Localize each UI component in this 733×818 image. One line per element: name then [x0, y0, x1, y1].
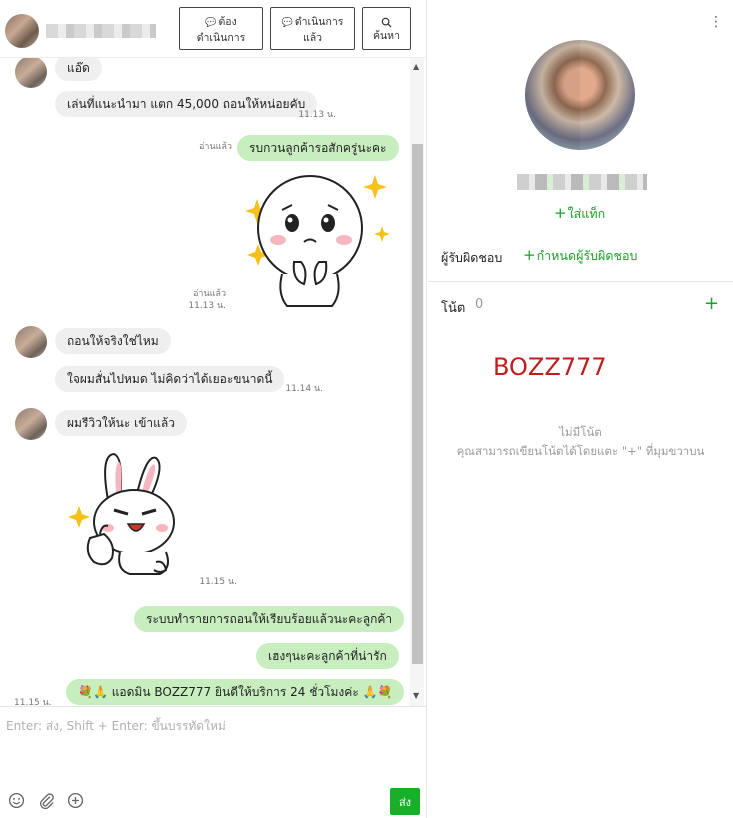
speech-bubble-icon: 💬	[205, 18, 217, 28]
sender-avatar[interactable]	[15, 58, 47, 88]
message-list[interactable]: แอ๊ด เล่นที่แนะนำมา แตก 45,000 ถอนให้หน่…	[0, 58, 427, 706]
search-button[interactable]: ค้นหา	[362, 7, 411, 50]
scroll-up-icon[interactable]: ▲	[413, 62, 419, 71]
message-time: 11.13 น.	[298, 110, 336, 120]
todo-label-2: ดำเนินการ	[196, 32, 246, 44]
read-receipt: อ่านแล้ว	[199, 142, 232, 152]
more-options-icon[interactable]: ⋮	[709, 14, 723, 30]
read-receipt: อ่านแล้ว	[193, 289, 226, 299]
search-icon	[381, 17, 392, 28]
scroll-down-icon[interactable]: ▼	[413, 691, 419, 700]
todo-button[interactable]: 💬 ต้อง ดำเนินการ	[179, 7, 263, 50]
done-label-2: แล้ว	[302, 32, 323, 44]
outgoing-message[interactable]: รบกวนลูกค้ารอสักครู่นะคะ	[237, 135, 399, 161]
message-time: 11.14 น.	[285, 384, 323, 394]
sticker-moon-pleading[interactable]	[232, 170, 392, 310]
speech-bubble-check-icon: 💬	[281, 18, 293, 28]
notes-count: 0	[475, 297, 484, 312]
profile-avatar[interactable]	[525, 40, 635, 150]
attach-icon[interactable]	[38, 792, 55, 809]
profile-name-blurred	[517, 174, 647, 190]
add-note-icon[interactable]: +	[704, 293, 719, 314]
outgoing-message[interactable]: เฮงๆนะคะลูกค้าที่น่ารัก	[256, 643, 399, 669]
message-time: 11.15 น.	[199, 577, 237, 587]
message-time: 11.15 น.	[14, 698, 52, 706]
outgoing-message[interactable]: 💐🙏 แอดมิน BOZZ777 ยินดีให้บริการ 24 ชั่ว…	[66, 679, 405, 705]
todo-label-1: ต้อง	[218, 16, 237, 28]
outgoing-message[interactable]: ระบบทำรายการถอนให้เรียบร้อยแล้วนะคะลูกค้…	[134, 606, 405, 632]
incoming-message[interactable]: ถอนให้จริงใช่ไหม	[55, 328, 171, 354]
note-highlight-text: BOZZ777	[493, 353, 607, 381]
sticker-bunny-thumbs-up[interactable]	[66, 452, 186, 582]
owner-label: ผู้รับผิดชอบ	[441, 250, 503, 265]
chat-pane: 💬 ต้อง ดำเนินการ 💬 ดำเนินการ แล้ว ค้นหา แอ…	[0, 0, 427, 818]
done-label-1: ดำเนินการ	[294, 16, 344, 28]
message-input[interactable]: Enter: ส่ง, Shift + Enter: ขึ้นบรรทัดใหม…	[6, 717, 226, 736]
notes-title: โน้ต	[441, 301, 466, 316]
contact-name-blurred	[46, 24, 156, 38]
sender-avatar[interactable]	[15, 326, 47, 358]
empty-notes-title: ไม่มีโน้ต	[559, 425, 602, 439]
empty-notes-description: คุณสามารถเขียนโน้ตได้โดยแตะ "+" ที่มุมขว…	[456, 444, 705, 458]
search-label: ค้นหา	[372, 30, 401, 42]
sender-avatar[interactable]	[15, 408, 47, 440]
incoming-message[interactable]: ผมรีวิวให้นะ เข้าแล้ว	[55, 410, 187, 436]
message-meta: อ่านแล้ว 11.13 น.	[178, 288, 226, 312]
composer: Enter: ส่ง, Shift + Enter: ขึ้นบรรทัดใหม…	[0, 706, 427, 818]
emoji-icon[interactable]	[8, 792, 25, 809]
assign-owner-button[interactable]: +กำหนดผู้รับผิดชอบ	[523, 246, 637, 266]
plus-circle-icon[interactable]	[67, 792, 84, 809]
assign-owner-label: กำหนดผู้รับผิดชอบ	[536, 248, 638, 263]
incoming-message[interactable]: แอ๊ด	[55, 58, 102, 81]
add-tag-button[interactable]: +ใส่แท็ก	[554, 204, 605, 224]
done-button[interactable]: 💬 ดำเนินการ แล้ว	[270, 7, 355, 50]
chat-header: 💬 ต้อง ดำเนินการ 💬 ดำเนินการ แล้ว ค้นหา	[0, 0, 427, 58]
divider	[428, 281, 733, 282]
incoming-message[interactable]: ใจผมสั่นไปหมด ไม่คิดว่าได้เยอะขนาดนี้	[55, 366, 285, 392]
add-tag-label: ใส่แท็ก	[567, 206, 606, 221]
plus-icon: +	[554, 204, 567, 222]
profile-pane: ⋮ +ใส่แท็ก ผู้รับผิดชอบ +กำหนดผู้รับผิดช…	[428, 0, 733, 818]
plus-icon: +	[523, 246, 536, 264]
send-button[interactable]: ส่ง	[390, 788, 420, 815]
incoming-message[interactable]: เล่นที่แนะนำมา แตก 45,000 ถอนให้หน่อยคับ	[55, 91, 318, 117]
contact-avatar[interactable]	[5, 14, 39, 48]
scrollbar-thumb[interactable]	[412, 144, 423, 664]
message-time: 11.13 น.	[188, 301, 226, 311]
